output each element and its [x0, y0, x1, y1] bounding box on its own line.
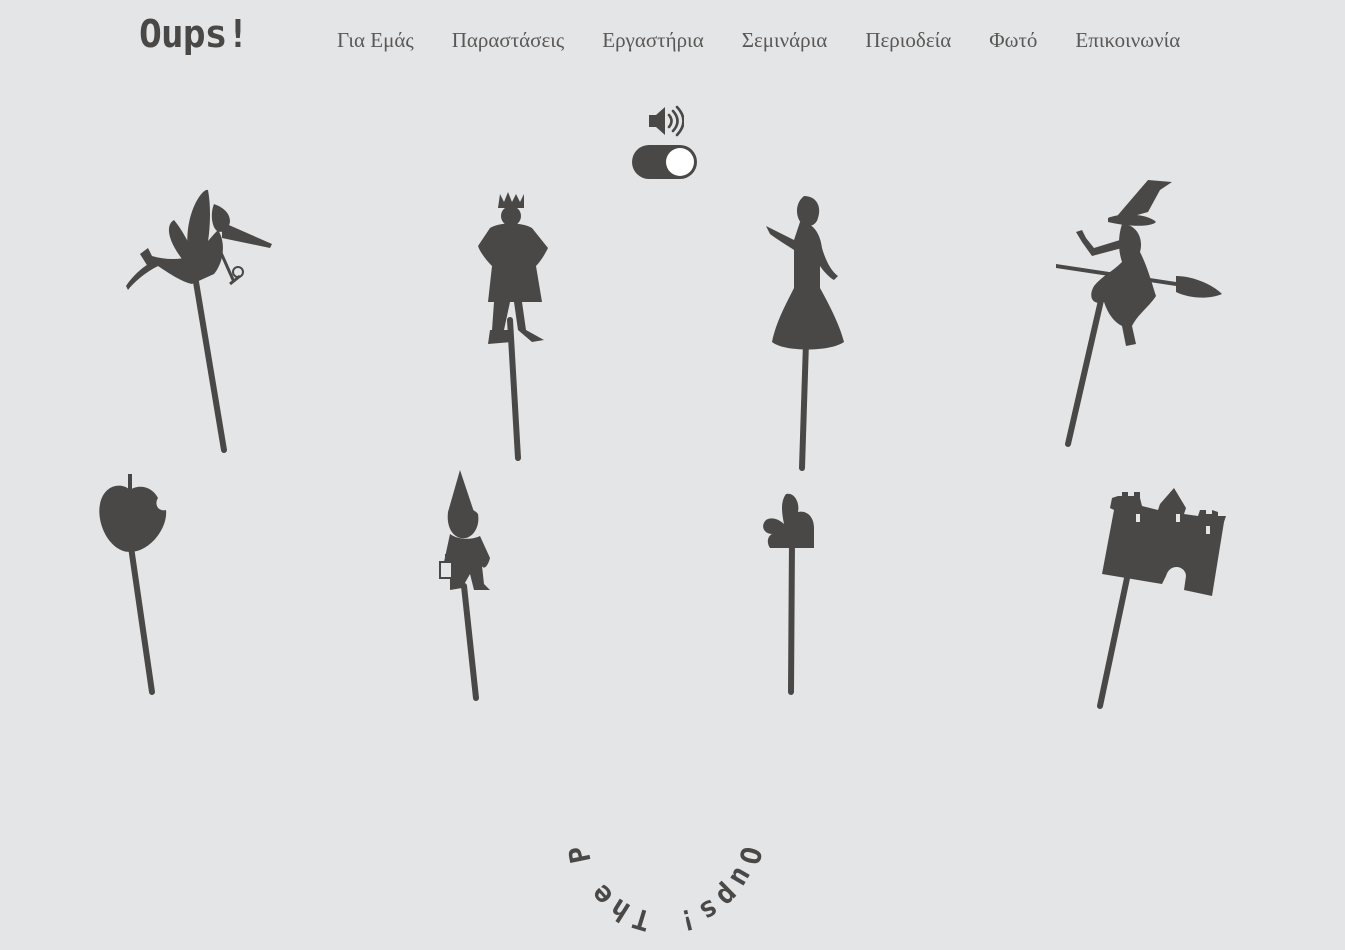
fairy-puppet[interactable] [122, 182, 282, 457]
speaker-icon [646, 104, 685, 138]
nav-item-photos[interactable]: Φωτό [970, 28, 1056, 53]
nav-item-performances[interactable]: Παραστάσεις [433, 28, 584, 53]
rabbit-puppet[interactable] [758, 490, 823, 700]
main-nav: Για Εμάς Παραστάσεις Εργαστήρια Σεμινάρι… [318, 24, 1199, 56]
circular-stamp-logo: Oups! The Puppet Theater [550, 704, 770, 940]
castle-puppet[interactable] [1088, 484, 1238, 714]
gnome-puppet[interactable] [434, 466, 504, 706]
nav-item-about[interactable]: Για Εμάς [318, 28, 433, 53]
nav-item-workshops[interactable]: Εργαστήρια [583, 28, 722, 53]
nav-item-tour[interactable]: Περιοδεία [846, 28, 970, 53]
stamp-text: Oups! The Puppet Theater [550, 704, 765, 939]
apple-puppet[interactable] [94, 470, 174, 700]
toggle-knob [666, 148, 694, 176]
nav-item-contact[interactable]: Επικοινωνία [1056, 28, 1199, 53]
nav-item-seminars[interactable]: Σεμινάρια [723, 28, 847, 53]
sound-toggle[interactable] [632, 145, 697, 179]
prince-puppet[interactable] [470, 190, 560, 465]
logo[interactable]: Oups! [139, 12, 249, 56]
svg-text:Oups! The Puppet Theater: Oups! The Puppet Theater [560, 730, 768, 939]
witch-puppet[interactable] [1052, 176, 1232, 451]
princess-puppet[interactable] [760, 192, 855, 472]
